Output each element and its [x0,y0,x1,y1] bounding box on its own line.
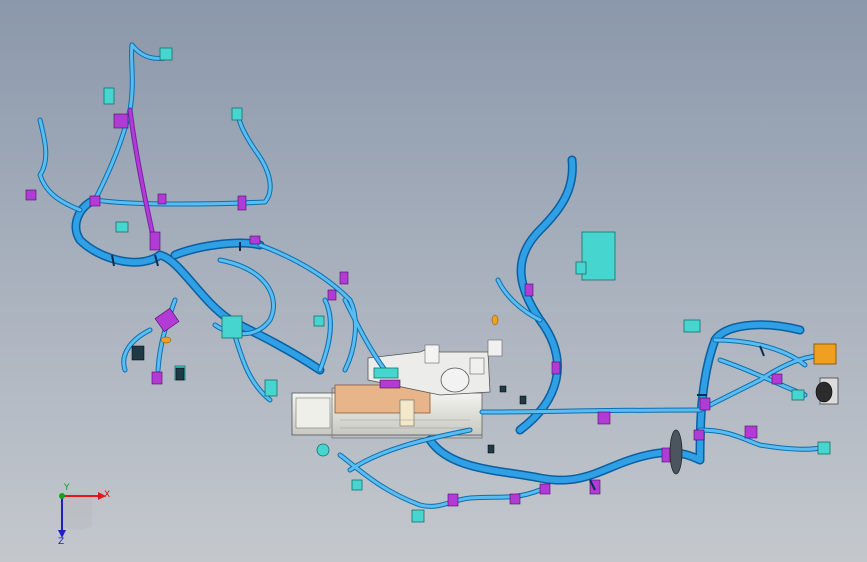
connector[interactable] [411,509,425,523]
connector[interactable] [351,479,363,491]
connector[interactable] [115,221,129,233]
z-axis-label: Z [58,537,64,547]
x-axis-label: X [104,490,110,500]
connector[interactable] [221,315,243,339]
connector-orange[interactable] [813,343,837,365]
grommet [669,429,683,475]
connector[interactable] [791,389,805,401]
connector[interactable] [373,367,399,379]
coordinate-triad: X Y Z [58,483,110,547]
connector-large[interactable] [581,231,616,281]
connector[interactable] [231,107,243,121]
connector[interactable] [264,379,278,397]
grommet [815,381,833,403]
grommet-connector[interactable] [316,443,330,457]
harness-branches[interactable] [37,42,833,509]
cad-3d-viewport[interactable]: X Y Z [0,0,867,562]
connector[interactable] [313,315,325,327]
connector[interactable] [683,319,701,333]
connector-latch [575,261,587,275]
connector[interactable] [159,47,173,61]
connector[interactable] [817,441,831,455]
connectors[interactable] [103,47,831,523]
y-axis-marker [59,493,65,499]
wire-harness-model[interactable]: X Y Z [0,0,867,562]
y-axis-label: Y [63,483,70,493]
connector[interactable] [103,87,115,105]
